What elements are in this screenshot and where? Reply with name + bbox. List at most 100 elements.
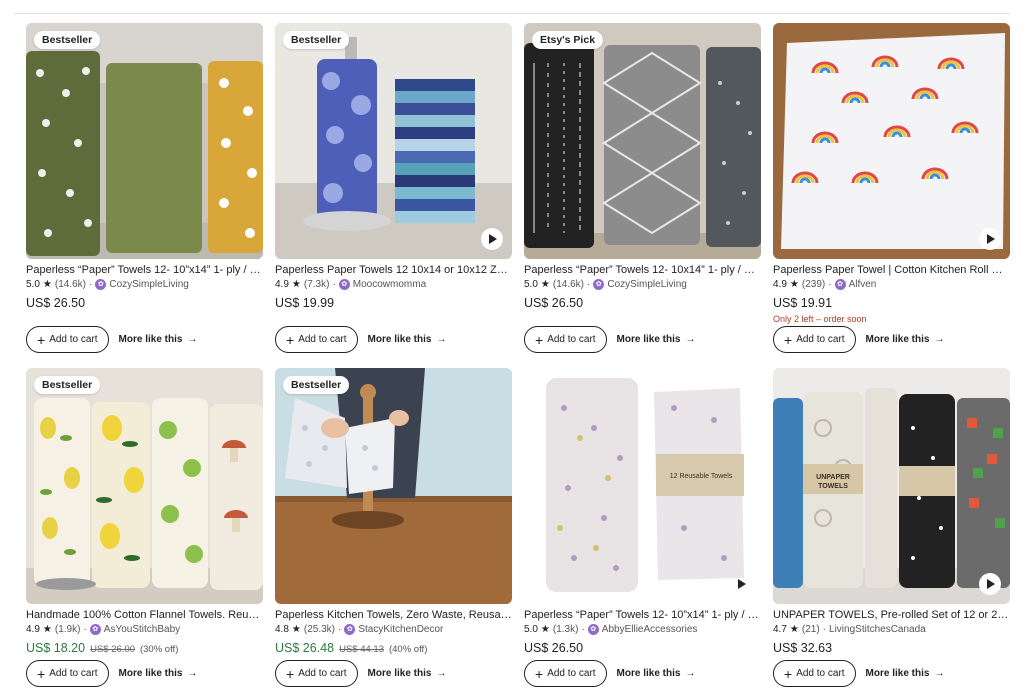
star-seller-icon: ✿ [587, 624, 599, 635]
star-icon: ★ [42, 624, 52, 635]
product-card[interactable]: 12 Reusable Towels Paperless “Paper” Tow… [524, 368, 761, 688]
product-title[interactable]: Paperless “Paper” Towels 12- 10”x14” 1- … [26, 264, 263, 276]
plus-icon: + [535, 331, 544, 348]
add-to-cart-button[interactable]: + Add to cart [275, 326, 358, 353]
shop-name[interactable]: StacyKitchenDecor [358, 624, 443, 635]
shop-name[interactable]: Moocowmomma [353, 279, 426, 290]
plus-icon: + [784, 331, 793, 348]
arrow-right-icon: → [934, 668, 945, 679]
product-card[interactable]: Paperless Paper Towel | Cotton Kitchen R… [773, 23, 1010, 354]
arrow-right-icon: → [187, 334, 198, 345]
towel-rolls-lemon-mushroom-image [26, 368, 263, 604]
more-like-this-link[interactable]: More like this → [368, 668, 447, 679]
price-line: US$ 26.48 US$ 44.13 (40% off) [275, 641, 512, 655]
more-like-this-label: More like this [118, 334, 183, 345]
price-line: US$ 19.99 [275, 296, 512, 310]
product-card[interactable]: Bestseller Paperless Paper Towels 12 10x… [275, 23, 512, 354]
plus-icon: + [535, 665, 544, 682]
top-divider [14, 13, 1010, 14]
more-like-this-link[interactable]: More like this → [866, 668, 945, 679]
rating-value: 5.0 [524, 624, 538, 635]
price-line: US$ 18.20 US$ 26.00 (30% off) [26, 641, 263, 655]
star-icon: ★ [42, 279, 52, 290]
add-to-cart-label: Add to cart [298, 668, 347, 679]
etsys-pick-badge: Etsy's Pick [532, 31, 604, 49]
price-line: US$ 19.91 [773, 296, 1010, 310]
arrow-right-icon: → [436, 668, 447, 679]
price: US$ 32.63 [773, 641, 833, 655]
product-meta: 5.0 ★ (14.6k) · ✿ CozySimpleLiving [524, 279, 761, 290]
more-like-this-link[interactable]: More like this → [119, 334, 198, 345]
product-meta: 4.7 ★ (21) · LivingStitchesCanada [773, 624, 1010, 635]
product-card[interactable]: Etsy's Pick Paperless “Paper” Towels 12-… [524, 23, 761, 354]
separator: · [89, 279, 93, 290]
shop-name[interactable]: CozySimpleLiving [109, 279, 188, 290]
product-image[interactable]: 12 Reusable Towels [524, 368, 761, 604]
product-title[interactable]: Paperless “Paper” Towels 12- 10”x14” 1- … [524, 609, 761, 621]
product-row: Bestseller Paperless “Paper” Towels 12- … [26, 23, 1012, 354]
discount-percent: (40% off) [388, 644, 428, 655]
product-meta: 4.9 ★ (1.9k) · ✿ AsYouStitchBaby [26, 624, 263, 635]
shop-name[interactable]: AbbyEllieAccessories [602, 624, 698, 635]
product-image[interactable]: Bestseller [26, 368, 263, 604]
add-to-cart-label: Add to cart [547, 668, 596, 679]
add-to-cart-button[interactable]: + Add to cart [773, 660, 856, 687]
shop-name[interactable]: Alfven [849, 279, 877, 290]
product-card[interactable]: Bestseller Paperless “Paper” Towels 12- … [26, 23, 263, 354]
more-like-this-link[interactable]: More like this → [119, 668, 198, 679]
star-icon: ★ [540, 279, 550, 290]
discount-percent: (30% off) [139, 644, 179, 655]
price: US$ 26.50 [524, 641, 584, 655]
more-like-this-link[interactable]: More like this → [617, 334, 696, 345]
product-image[interactable]: Bestseller [275, 368, 512, 604]
more-like-this-label: More like this [616, 334, 681, 345]
product-image[interactable]: Etsy's Pick [524, 23, 761, 259]
add-to-cart-button[interactable]: + Add to cart [524, 660, 607, 687]
add-to-cart-button[interactable]: + Add to cart [26, 660, 109, 687]
product-meta: 5.0 ★ (14.6k) · ✿ CozySimpleLiving [26, 279, 263, 290]
play-video-icon[interactable] [979, 573, 1001, 595]
more-like-this-link[interactable]: More like this → [368, 334, 447, 345]
star-seller-icon: ✿ [834, 279, 846, 290]
add-to-cart-button[interactable]: + Add to cart [26, 326, 109, 353]
add-to-cart-button[interactable]: + Add to cart [524, 326, 607, 353]
product-title[interactable]: Paperless Paper Towels 12 10x14 or 10x12… [275, 264, 512, 276]
add-to-cart-button[interactable]: + Add to cart [275, 660, 358, 687]
play-video-icon[interactable] [730, 573, 752, 595]
product-image[interactable]: Bestseller [26, 23, 263, 259]
product-meta: 4.8 ★ (25.3k) · ✿ StacyKitchenDecor [275, 624, 512, 635]
product-title[interactable]: Handmade 100% Cotton Flannel Towels. Reu… [26, 609, 263, 621]
price-line: US$ 32.63 [773, 641, 1010, 655]
product-card[interactable]: Bestseller Handmade 100% Cotton Flannel … [26, 368, 263, 688]
product-title[interactable]: Paperless Paper Towel | Cotton Kitchen R… [773, 264, 1010, 276]
product-title[interactable]: Paperless Kitchen Towels, Zero Waste, Re… [275, 609, 512, 621]
product-card[interactable]: Bestseller Paperless Kitchen Towels, Zer… [275, 368, 512, 688]
card-actions: + Add to cart More like this → [773, 660, 944, 687]
product-image[interactable]: Bestseller [275, 23, 512, 259]
bestseller-badge: Bestseller [34, 31, 101, 49]
shop-name[interactable]: CozySimpleLiving [607, 279, 686, 290]
sale-price: US$ 18.20 [26, 641, 86, 655]
price-line: US$ 26.50 [26, 296, 263, 310]
add-to-cart-button[interactable]: + Add to cart [773, 326, 856, 353]
product-title[interactable]: UNPAPER TOWELS, Pre-rolled Set of 12 or … [773, 609, 1010, 621]
price: US$ 26.50 [26, 296, 86, 310]
more-like-this-link[interactable]: More like this → [866, 334, 945, 345]
card-actions: + Add to cart More like this → [524, 326, 695, 353]
card-actions: + Add to cart More like this → [275, 326, 446, 353]
more-like-this-label: More like this [865, 668, 930, 679]
more-like-this-link[interactable]: More like this → [617, 668, 696, 679]
play-video-icon[interactable] [481, 228, 503, 250]
product-image[interactable] [773, 23, 1010, 259]
bestseller-badge: Bestseller [283, 376, 350, 394]
rating-value: 4.8 [275, 624, 289, 635]
product-card[interactable]: UNPAPER TOWELS UNPAPER TOWELS, Pre-rolle… [773, 368, 1010, 688]
plus-icon: + [37, 331, 46, 348]
shop-name[interactable]: LivingStitchesCanada [829, 624, 926, 635]
card-actions: + Add to cart More like this → [524, 660, 695, 687]
shop-name[interactable]: AsYouStitchBaby [104, 624, 180, 635]
separator: · [581, 624, 585, 635]
play-video-icon[interactable] [979, 228, 1001, 250]
product-title[interactable]: Paperless “Paper” Towels 12- 10x14” 1- p… [524, 264, 761, 276]
product-image[interactable]: UNPAPER TOWELS [773, 368, 1010, 604]
